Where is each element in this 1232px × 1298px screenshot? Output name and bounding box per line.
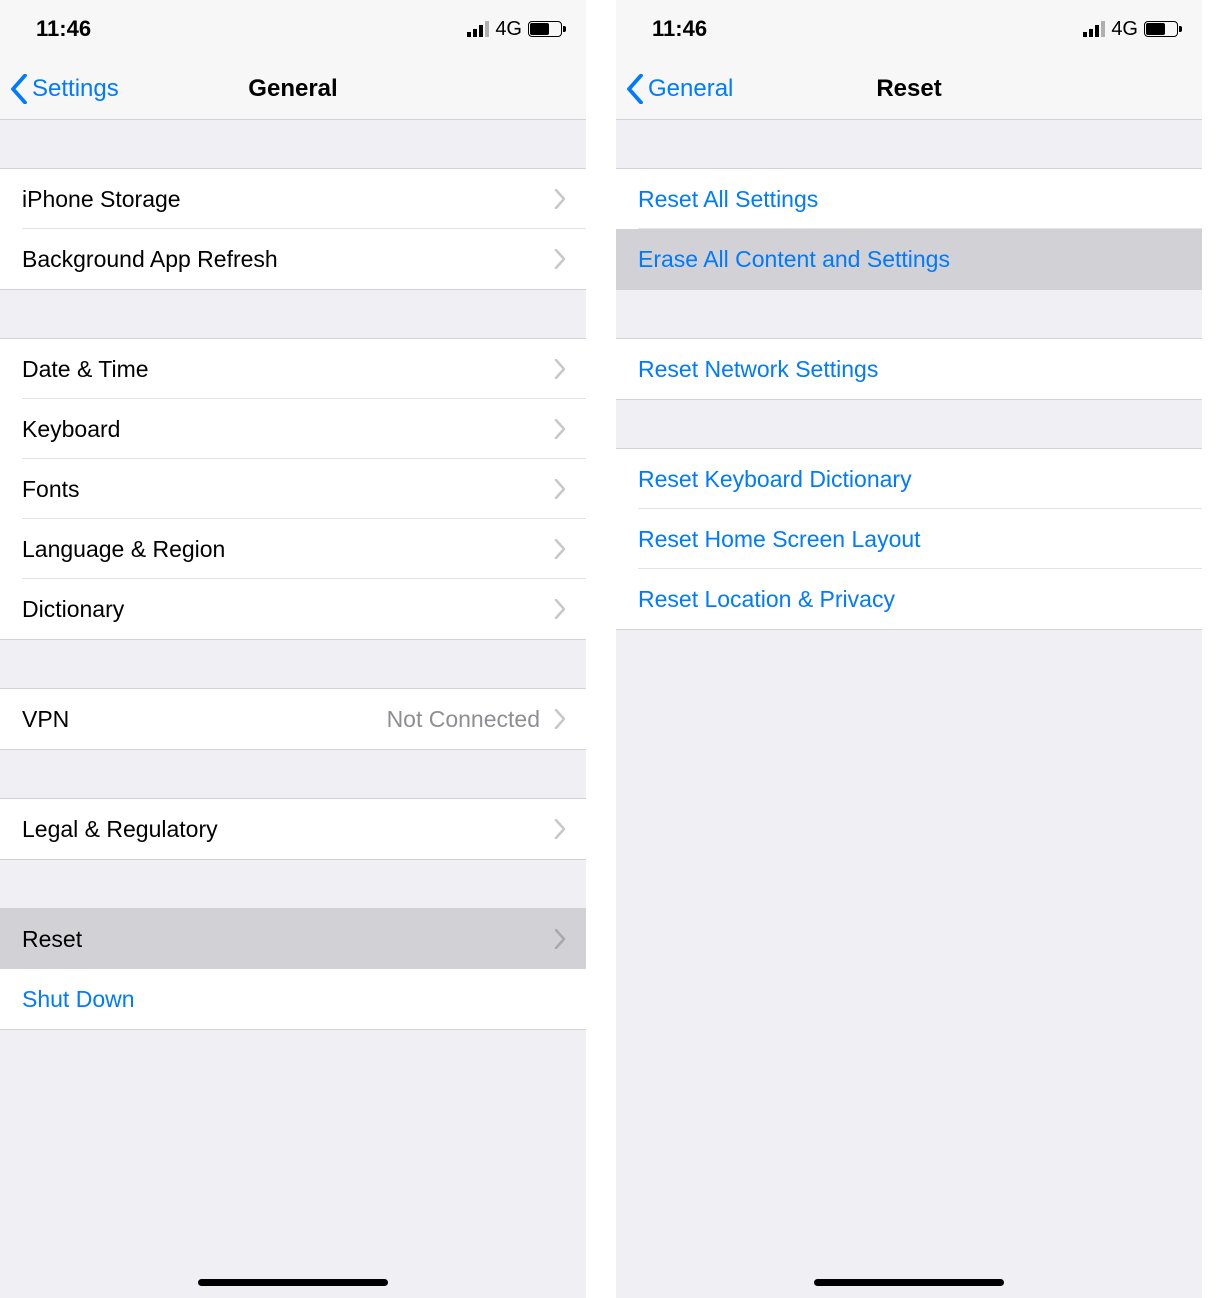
row-label: Shut Down [22, 986, 135, 1013]
content: iPhone Storage Background App Refresh Da… [0, 120, 586, 1298]
group-reset: Reset Shut Down [0, 908, 586, 1030]
cellular-signal-icon [467, 21, 489, 37]
row-reset-all-settings[interactable]: Reset All Settings [616, 169, 1202, 229]
chevron-right-icon [554, 189, 566, 209]
group-locale: Date & Time Keyboard Fonts Language & Re… [0, 338, 586, 640]
row-label: Reset Location & Privacy [638, 586, 895, 613]
chevron-right-icon [554, 599, 566, 619]
row-label: Reset Home Screen Layout [638, 526, 921, 553]
group-reset-main: Reset All Settings Erase All Content and… [616, 168, 1202, 290]
row-background-app-refresh[interactable]: Background App Refresh [0, 229, 586, 289]
group-legal: Legal & Regulatory [0, 798, 586, 860]
general-settings-screen: 11:46 4G Settings General iPhone Storage… [0, 0, 616, 1298]
row-label: Keyboard [22, 416, 120, 443]
chevron-right-icon [554, 479, 566, 499]
row-label: Reset [22, 926, 82, 953]
vpn-status: Not Connected [387, 706, 540, 733]
row-label: Reset Network Settings [638, 356, 878, 383]
group-storage: iPhone Storage Background App Refresh [0, 168, 586, 290]
status-time: 11:46 [652, 16, 707, 42]
row-dictionary[interactable]: Dictionary [0, 579, 586, 639]
row-reset-network-settings[interactable]: Reset Network Settings [616, 339, 1202, 399]
chevron-right-icon [554, 249, 566, 269]
row-label: Background App Refresh [22, 246, 278, 273]
back-label: General [648, 75, 733, 103]
back-button[interactable]: General [626, 74, 733, 104]
nav-bar: General Reset [616, 58, 1202, 120]
nav-bar: Settings General [0, 58, 586, 120]
row-language-region[interactable]: Language & Region [0, 519, 586, 579]
row-label: Language & Region [22, 536, 225, 563]
row-label: Reset Keyboard Dictionary [638, 466, 912, 493]
group-reset-network: Reset Network Settings [616, 338, 1202, 400]
chevron-right-icon [554, 929, 566, 949]
row-fonts[interactable]: Fonts [0, 459, 586, 519]
row-label: Dictionary [22, 596, 124, 623]
row-legal[interactable]: Legal & Regulatory [0, 799, 586, 859]
row-label: VPN [22, 706, 69, 733]
row-label: iPhone Storage [22, 186, 181, 213]
cellular-signal-icon [1083, 21, 1105, 37]
row-date-time[interactable]: Date & Time [0, 339, 586, 399]
battery-icon [528, 21, 562, 37]
network-label: 4G [495, 18, 522, 41]
row-label: Fonts [22, 476, 80, 503]
home-indicator[interactable] [198, 1279, 388, 1286]
chevron-right-icon [554, 539, 566, 559]
back-label: Settings [32, 75, 119, 103]
row-vpn[interactable]: VPN Not Connected [0, 689, 586, 749]
group-vpn: VPN Not Connected [0, 688, 586, 750]
row-reset-location-privacy[interactable]: Reset Location & Privacy [616, 569, 1202, 629]
chevron-left-icon [10, 74, 28, 104]
status-bar: 11:46 4G [0, 0, 586, 58]
row-label: Legal & Regulatory [22, 816, 218, 843]
status-time: 11:46 [36, 16, 91, 42]
row-label: Date & Time [22, 356, 149, 383]
row-reset-home-screen[interactable]: Reset Home Screen Layout [616, 509, 1202, 569]
row-label: Erase All Content and Settings [638, 246, 950, 273]
chevron-right-icon [554, 359, 566, 379]
row-erase-all-content[interactable]: Erase All Content and Settings [616, 229, 1202, 289]
back-button[interactable]: Settings [10, 74, 119, 104]
group-reset-misc: Reset Keyboard Dictionary Reset Home Scr… [616, 448, 1202, 630]
row-iphone-storage[interactable]: iPhone Storage [0, 169, 586, 229]
row-shut-down[interactable]: Shut Down [0, 969, 586, 1029]
row-reset[interactable]: Reset [0, 909, 586, 969]
content: Reset All Settings Erase All Content and… [616, 120, 1202, 1298]
battery-icon [1144, 21, 1178, 37]
home-indicator[interactable] [814, 1279, 1004, 1286]
network-label: 4G [1111, 18, 1138, 41]
row-keyboard[interactable]: Keyboard [0, 399, 586, 459]
row-label: Reset All Settings [638, 186, 818, 213]
status-right: 4G [467, 18, 562, 41]
chevron-right-icon [554, 709, 566, 729]
chevron-right-icon [554, 819, 566, 839]
chevron-right-icon [554, 419, 566, 439]
chevron-left-icon [626, 74, 644, 104]
reset-screen: 11:46 4G General Reset Reset All Setting… [616, 0, 1232, 1298]
row-trail: Not Connected [387, 706, 566, 733]
status-right: 4G [1083, 18, 1178, 41]
row-reset-keyboard-dictionary[interactable]: Reset Keyboard Dictionary [616, 449, 1202, 509]
status-bar: 11:46 4G [616, 0, 1202, 58]
